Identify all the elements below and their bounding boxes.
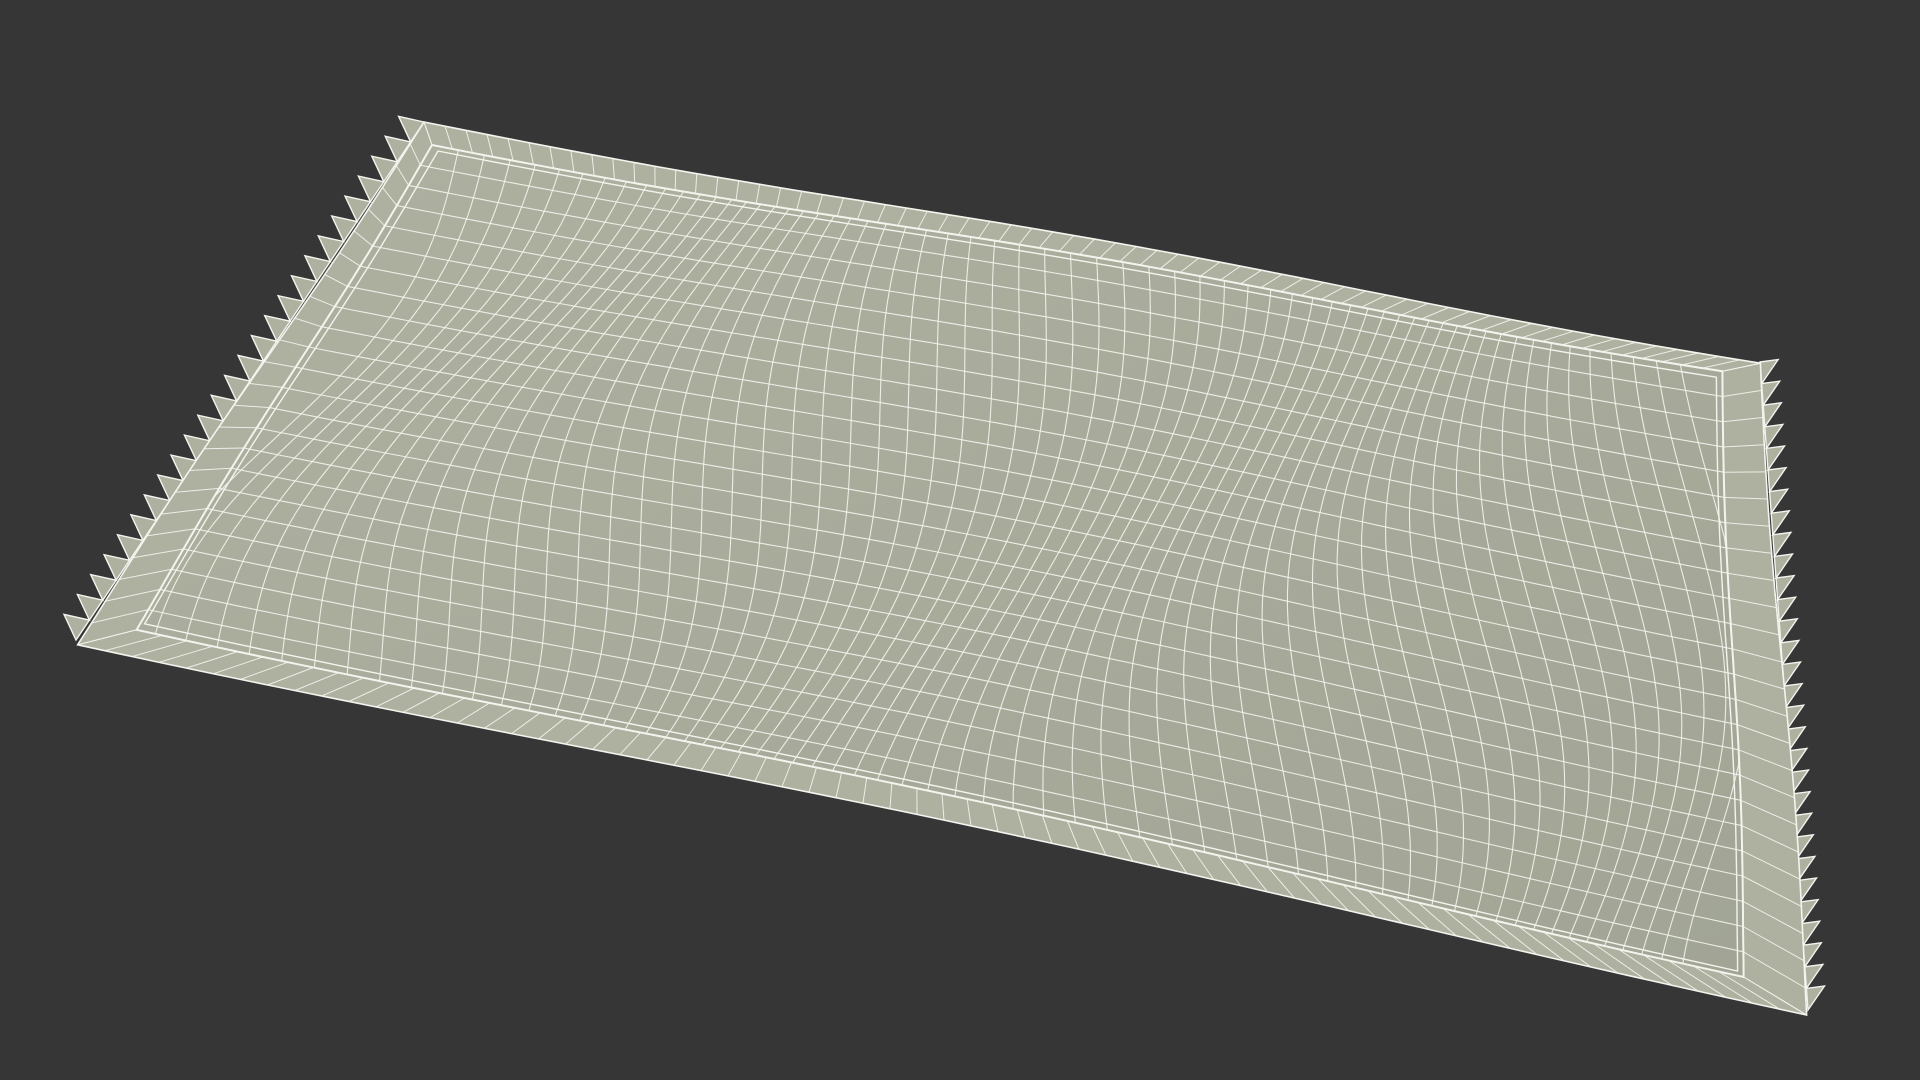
render-viewport	[0, 0, 1920, 1080]
wire-line	[674, 169, 677, 191]
pillow-wireframe-render	[0, 0, 1920, 1080]
